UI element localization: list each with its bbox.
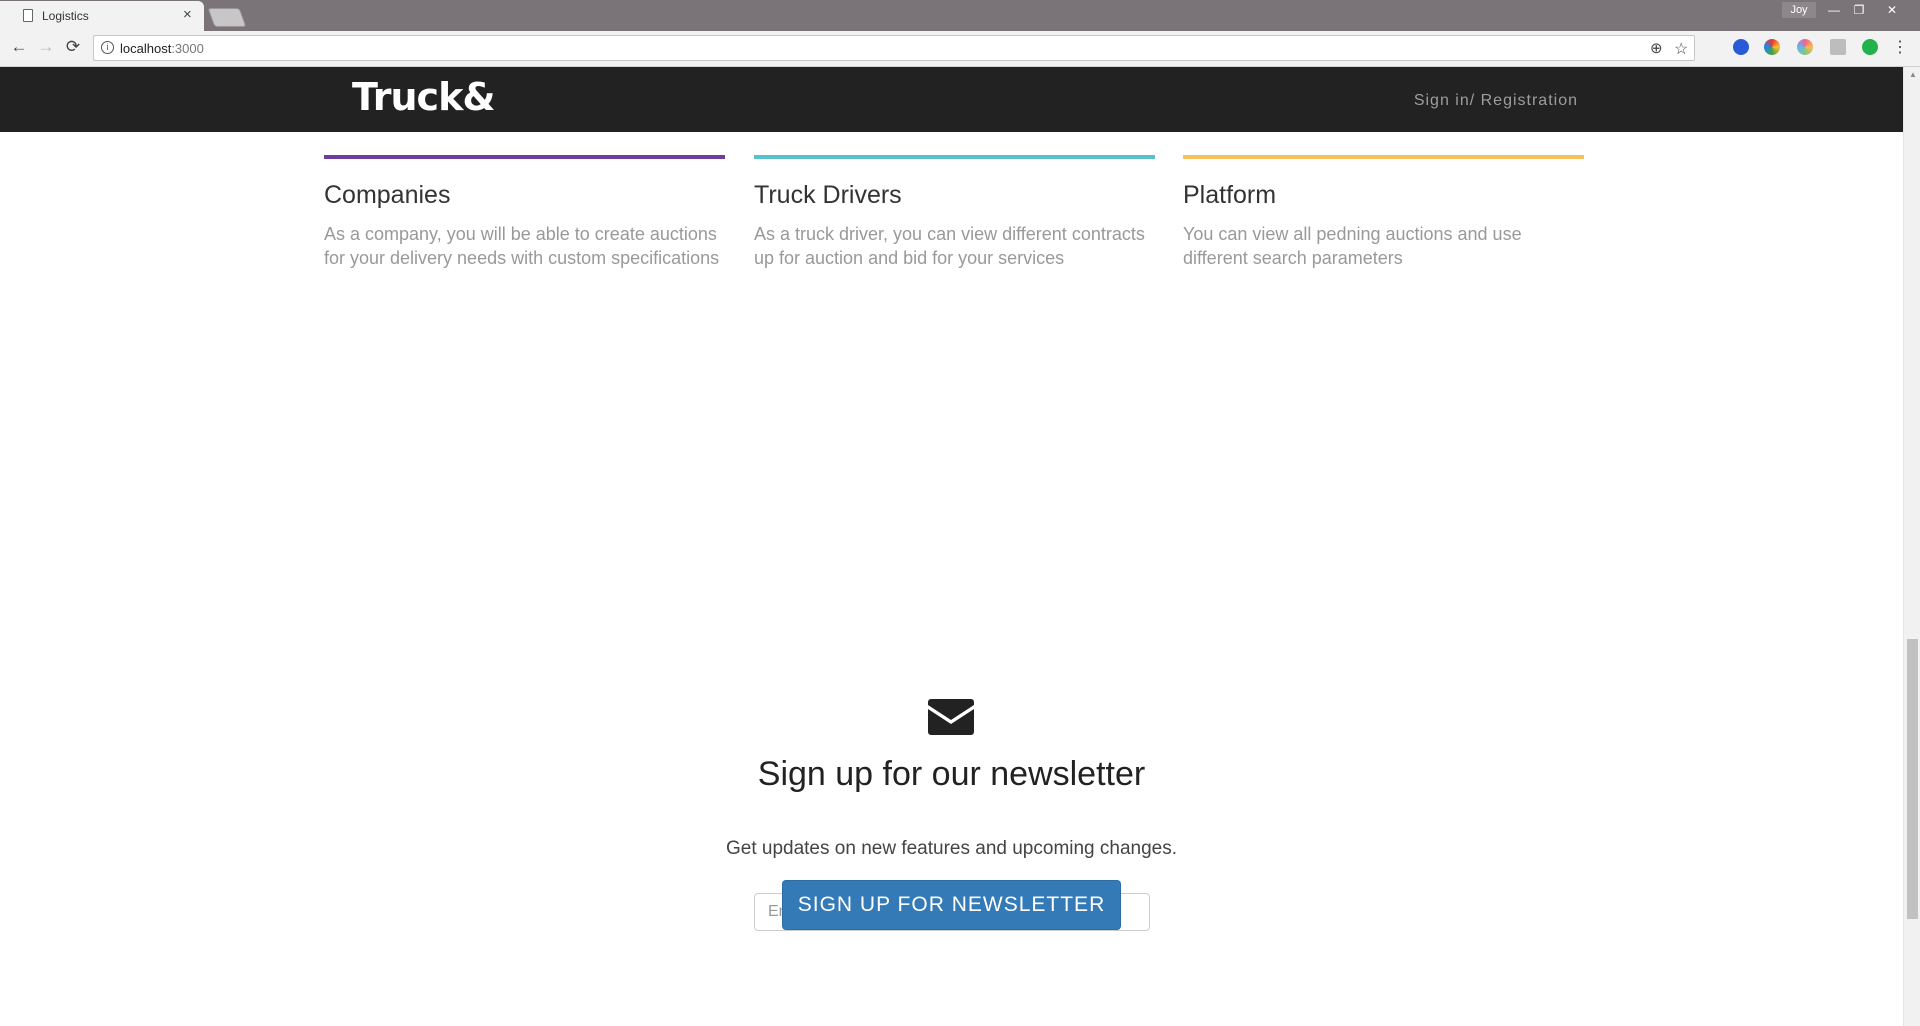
- reload-icon[interactable]: ⟳: [63, 37, 83, 57]
- feature-text: As a truck driver, you can view differen…: [754, 224, 1145, 268]
- browser-titlebar: Logistics × Joy — ❐ ✕: [0, 0, 1920, 31]
- feature-accent-bar: [754, 155, 1155, 159]
- feature-title: Companies: [324, 181, 451, 209]
- browser-toolbar: ← → ⟳ i localhost:3000 ☆ ⊕ ⋮: [0, 31, 1920, 67]
- scroll-up-arrow-icon[interactable]: ▲: [1909, 70, 1917, 79]
- extension-icon[interactable]: [1764, 39, 1780, 55]
- feature-text: As a company, you will be able to create…: [324, 224, 720, 268]
- tab-close-icon[interactable]: ×: [183, 6, 192, 23]
- forward-icon[interactable]: →: [36, 37, 56, 57]
- site-navbar: Truck& Sign in/ Registration: [0, 67, 1903, 132]
- feature-truck-drivers: Truck Drivers As a truck driver, you can…: [754, 155, 1155, 270]
- browser-tab[interactable]: Logistics ×: [0, 1, 204, 31]
- extension-icon[interactable]: [1830, 39, 1846, 55]
- url-text: localhost:3000: [120, 41, 204, 56]
- bookmark-star-icon[interactable]: ☆: [1674, 39, 1688, 59]
- back-icon[interactable]: ←: [9, 37, 29, 57]
- feature-companies: Companies As a company, you will be able…: [324, 155, 725, 270]
- extension-icon[interactable]: [1733, 39, 1749, 55]
- tab-title: Logistics: [42, 9, 89, 23]
- grammarly-icon[interactable]: [1862, 39, 1878, 55]
- envelope-icon: [928, 699, 974, 735]
- page-scrollbar[interactable]: ▲: [1903, 67, 1920, 1026]
- newsletter-subtitle: Get updates on new features and upcoming…: [725, 838, 1178, 859]
- extension-icon[interactable]: [1797, 39, 1813, 55]
- page-icon: [23, 9, 33, 22]
- feature-accent-bar: [324, 155, 725, 159]
- newsletter-signup-button[interactable]: SIGN UP FOR NEWSLETTER: [782, 880, 1121, 930]
- restore-icon[interactable]: ❐: [1847, 1, 1871, 19]
- signin-link[interactable]: Sign in/ Registration: [1414, 92, 1578, 110]
- minimize-icon[interactable]: —: [1822, 1, 1846, 19]
- scrollbar-thumb[interactable]: [1907, 639, 1918, 919]
- newsletter-title: Sign up for our newsletter: [757, 755, 1146, 793]
- zoom-icon[interactable]: ⊕: [1650, 39, 1663, 57]
- info-icon[interactable]: i: [101, 41, 114, 54]
- feature-text: You can view all pedning auctions and us…: [1183, 224, 1522, 268]
- browser-menu-icon[interactable]: ⋮: [1890, 37, 1910, 57]
- feature-platform: Platform You can view all pedning auctio…: [1183, 155, 1584, 270]
- feature-title: Platform: [1183, 181, 1277, 209]
- close-window-icon[interactable]: ✕: [1880, 1, 1904, 19]
- profile-button[interactable]: Joy: [1782, 2, 1816, 18]
- feature-accent-bar: [1183, 155, 1584, 159]
- feature-title: Truck Drivers: [754, 181, 902, 209]
- address-bar[interactable]: i localhost:3000 ☆ ⊕: [93, 35, 1695, 61]
- site-logo[interactable]: Truck&: [352, 75, 495, 119]
- new-tab-button[interactable]: [207, 8, 247, 27]
